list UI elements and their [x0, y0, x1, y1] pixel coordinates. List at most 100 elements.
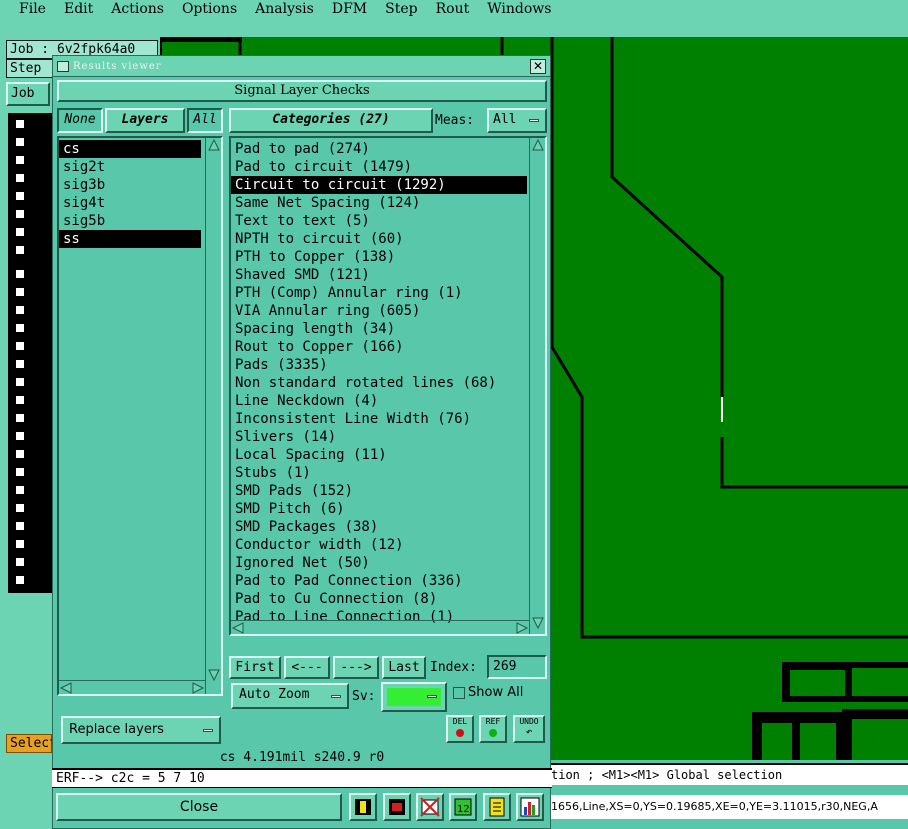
layer-toggle-row[interactable] — [12, 169, 48, 187]
layer-toggle-row[interactable] — [12, 319, 48, 337]
layer-toggle-row[interactable] — [12, 409, 48, 427]
layer-checkbox[interactable] — [14, 286, 26, 298]
category-item[interactable]: PTH to Copper (138) — [231, 248, 527, 266]
prev-button[interactable]: <--- — [284, 656, 330, 679]
menu-windows[interactable]: Windows — [478, 1, 560, 19]
close-button[interactable]: Close — [56, 793, 342, 821]
layers-list[interactable]: cs sig2t sig3b sig4t sig5b ss — [57, 136, 223, 696]
job-button[interactable]: Job — [6, 82, 50, 106]
show-all-checkbox[interactable] — [453, 687, 465, 699]
layer-checkbox[interactable] — [14, 172, 26, 184]
layer-checkbox[interactable] — [14, 448, 26, 460]
layer-checkbox[interactable] — [14, 340, 26, 352]
notes-icon[interactable] — [483, 793, 511, 821]
menu-rout[interactable]: Rout — [427, 1, 479, 19]
layer-checkbox[interactable] — [14, 118, 26, 130]
category-item[interactable]: Stubs (1) — [231, 464, 527, 482]
layer-item[interactable]: ss — [59, 230, 201, 248]
category-item[interactable]: Ignored Net (50) — [231, 554, 527, 572]
category-item[interactable]: Slivers (14) — [231, 428, 527, 446]
category-item[interactable]: Non standard rotated lines (68) — [231, 374, 527, 392]
category-item[interactable]: Same Net Spacing (124) — [231, 194, 527, 212]
last-button[interactable]: Last — [382, 656, 426, 679]
categories-list[interactable]: Pad to pad (274) Pad to circuit (1479) Cir… — [229, 136, 547, 636]
layer-toggle-row[interactable] — [12, 517, 48, 535]
category-item[interactable]: Circuit to circuit (1292) — [231, 176, 527, 194]
category-item[interactable]: SMD Pads (152) — [231, 482, 527, 500]
layer-toggle-row[interactable] — [12, 187, 48, 205]
layer-checkbox[interactable] — [14, 430, 26, 442]
layer-toggle-row[interactable] — [12, 553, 48, 571]
layer-checkbox[interactable] — [14, 322, 26, 334]
category-item[interactable]: Shaved SMD (121) — [231, 266, 527, 284]
layer-checkbox[interactable] — [14, 208, 26, 220]
category-item[interactable]: Pad to circuit (1479) — [231, 158, 527, 176]
numbering-icon[interactable]: 12 — [449, 793, 477, 821]
layer-toggle-row[interactable] — [12, 373, 48, 391]
layer-toggle-row[interactable] — [12, 463, 48, 481]
layer-toggle-row[interactable] — [12, 337, 48, 355]
category-item[interactable]: PTH (Comp) Annular ring (1) — [231, 284, 527, 302]
layer-checkbox[interactable] — [14, 466, 26, 478]
layers-none-button[interactable]: None — [57, 108, 103, 133]
layer-checkbox[interactable] — [14, 484, 26, 496]
layer-checkbox[interactable] — [14, 190, 26, 202]
menu-edit[interactable]: Edit — [55, 1, 102, 19]
window-close-button[interactable]: ✕ — [530, 59, 546, 74]
layer-checkbox[interactable] — [14, 412, 26, 424]
layer-toggle-row[interactable] — [12, 265, 48, 283]
menu-file[interactable]: File — [0, 1, 55, 19]
meas-select[interactable]: All — [487, 108, 547, 133]
category-item[interactable]: VIA Annular ring (605) — [231, 302, 527, 320]
delete-icon[interactable]: DEL — [446, 715, 474, 743]
category-item[interactable]: SMD Packages (38) — [231, 518, 527, 536]
layer-toggle-row[interactable] — [12, 241, 48, 259]
graph-icon[interactable] — [349, 793, 377, 821]
layers-toggle-button[interactable]: Layers — [105, 108, 185, 133]
index-input[interactable]: 269 — [487, 655, 547, 679]
menu-analysis[interactable]: Analysis — [246, 1, 323, 19]
layer-toggle-row[interactable] — [12, 115, 48, 133]
layer-checkbox[interactable] — [14, 244, 26, 256]
category-item[interactable]: NPTH to circuit (60) — [231, 230, 527, 248]
refresh-icon[interactable]: REF — [479, 715, 507, 743]
category-item[interactable]: Pad to pad (274) — [231, 140, 527, 158]
first-button[interactable]: First — [229, 656, 281, 679]
step-field[interactable]: Step — [6, 59, 54, 78]
layers-vscrollbar[interactable] — [205, 138, 221, 694]
layer-toggle-row[interactable] — [12, 427, 48, 445]
layer-item[interactable]: sig2t — [59, 158, 201, 176]
layer-checkbox[interactable] — [14, 136, 26, 148]
category-item[interactable]: Local Spacing (11) — [231, 446, 527, 464]
layer-toggle-row[interactable] — [12, 499, 48, 517]
sv-color-select[interactable] — [381, 682, 447, 712]
replace-layers-select[interactable]: Replace layers — [61, 716, 221, 744]
layers-all-button[interactable]: All — [187, 108, 223, 133]
auto-zoom-select[interactable]: Auto Zoom — [231, 683, 349, 709]
layer-checkbox[interactable] — [14, 520, 26, 532]
histogram-icon[interactable] — [516, 793, 544, 821]
category-item[interactable]: Rout to Copper (166) — [231, 338, 527, 356]
category-item[interactable]: Conductor width (12) — [231, 536, 527, 554]
layer-checkbox[interactable] — [14, 376, 26, 388]
layer-item[interactable]: sig3b — [59, 176, 201, 194]
category-item[interactable]: SMD Pitch (6) — [231, 500, 527, 518]
layer-checkbox[interactable] — [14, 304, 26, 316]
layer-toggle-row[interactable] — [12, 535, 48, 553]
exit-icon[interactable] — [383, 793, 411, 821]
layer-toggle-row[interactable] — [12, 133, 48, 151]
menu-step[interactable]: Step — [376, 1, 426, 19]
layer-checkbox[interactable] — [14, 502, 26, 514]
menu-options[interactable]: Options — [173, 1, 246, 19]
category-item[interactable]: Text to text (5) — [231, 212, 527, 230]
next-button[interactable]: ---> — [333, 656, 379, 679]
layer-item[interactable]: cs — [59, 140, 201, 158]
layer-toggle-row[interactable] — [12, 301, 48, 319]
category-item[interactable]: Spacing length (34) — [231, 320, 527, 338]
layer-toggle-row[interactable] — [12, 571, 48, 589]
layer-checkbox[interactable] — [14, 226, 26, 238]
layer-checkbox[interactable] — [14, 358, 26, 370]
menu-actions[interactable]: Actions — [102, 1, 173, 19]
layer-checkbox[interactable] — [14, 574, 26, 586]
menu-dfm[interactable]: DFM — [323, 1, 376, 19]
